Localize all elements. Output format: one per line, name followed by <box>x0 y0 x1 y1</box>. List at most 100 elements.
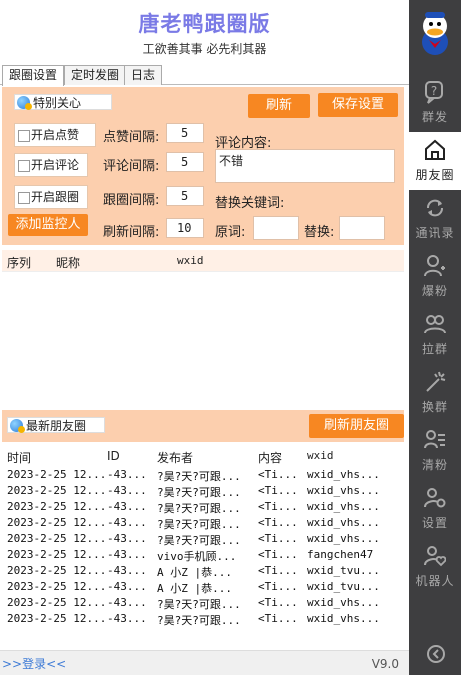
refresh-interval-input[interactable]: 10 <box>166 218 204 238</box>
replace-keyword-label: 替换关键词: <box>215 196 285 211</box>
special-settings-panel: 特别关心 刷新 保存设置 开启点赞 开启评论 开启跟圈 添加监控人 点赞间隔: … <box>2 87 404 245</box>
app-subtitle: 工欲善其事 必先利其器 <box>142 42 267 56</box>
cell-publisher: ?昊?天?可跟... <box>157 598 241 611</box>
cell-id: -43... <box>107 580 147 593</box>
refresh-moments-button[interactable]: 刷新朋友圈 <box>309 414 404 438</box>
enable-comment-checkbox[interactable]: 开启评论 <box>14 153 88 177</box>
table-row[interactable]: 2023-2-25 12... -43... ?昊?天?可跟... <Ti... wxi… <box>2 468 404 484</box>
cell-wxid: wxid_vhs... <box>307 500 380 513</box>
table-row[interactable]: 2023-2-25 12... -43... ?昊?天?可跟... <Ti... wxi… <box>2 596 404 612</box>
enable-like-checkbox[interactable]: 开启点赞 <box>14 123 96 147</box>
replace-with-input[interactable] <box>339 216 385 240</box>
cell-publisher: vivo手机顾... <box>157 550 237 563</box>
home-icon <box>425 139 445 160</box>
special-group-text: 特别关心 <box>33 96 82 110</box>
group-icon <box>424 315 446 334</box>
table-row[interactable]: 2023-2-25 12... -43... ?昊?天?可跟... <Ti... wxi… <box>2 484 404 500</box>
special-group-label: 特别关心 <box>14 94 112 110</box>
cell-content: <Ti... <box>258 500 298 513</box>
cell-publisher: ?昊?天?可跟... <box>157 486 241 499</box>
login-link[interactable]: >>登录<< <box>2 655 66 672</box>
moments-group-text: 最新朋友圈 <box>26 419 87 433</box>
sidebar-item-label: 朋友圈 <box>415 168 455 182</box>
original-word-input[interactable] <box>253 216 299 240</box>
sidebar-item-pull-group[interactable]: 拉群 <box>409 306 461 364</box>
cell-time: 2023-2-25 12... <box>7 612 105 625</box>
sidebar-item-moments[interactable]: 朋友圈 <box>409 132 461 190</box>
comment-interval-input[interactable]: 5 <box>166 152 204 172</box>
sidebar-item-swap-group[interactable]: 换群 <box>409 364 461 422</box>
cell-time: 2023-2-25 12... <box>7 564 105 577</box>
like-interval-label: 点赞间隔: <box>103 130 160 145</box>
tab-bar: 跟圈设置 定时发圈 日志 <box>0 65 409 86</box>
sidebar-item-robot[interactable]: 机器人 <box>409 538 461 596</box>
cell-id: -43... <box>107 596 147 609</box>
moments-table[interactable]: 时间 ID 发布者 内容 wxid 2023-2-25 12... -43...?… <box>2 442 404 642</box>
sidebar-item-label: 机器人 <box>415 574 455 588</box>
cell-id: -43... <box>107 612 147 625</box>
cell-wxid: wxid_vhs... <box>307 484 380 497</box>
main-window: 唐老鸭跟圈版 工欲善其事 必先利其器 跟圈设置 定时发圈 日志 特别关心 刷新 … <box>0 0 409 675</box>
tab-log[interactable]: 日志 <box>124 65 163 85</box>
col-wxid[interactable]: wxid <box>307 449 334 462</box>
table-row[interactable]: 2023-2-25 12... -43... ?昊?天?可跟... <Ti... wxi… <box>2 500 404 516</box>
table-row[interactable]: 2023-2-25 12... -43... A 小Z |恭... <Ti... wxi… <box>2 580 404 596</box>
refresh-button[interactable]: 刷新 <box>248 94 310 118</box>
cell-time: 2023-2-25 12... <box>7 500 105 513</box>
sidebar-item-contacts[interactable]: 通讯录 <box>409 190 461 248</box>
col-content[interactable]: 内容 <box>258 449 282 466</box>
cell-id: -43... <box>107 532 147 545</box>
back-circle-icon[interactable] <box>426 644 446 664</box>
col-wxid[interactable]: wxid <box>177 254 204 267</box>
sidebar-item-settings[interactable]: 设置 <box>409 480 461 538</box>
cell-time: 2023-2-25 12... <box>7 548 105 561</box>
cell-id: -43... <box>107 500 147 513</box>
save-settings-button[interactable]: 保存设置 <box>318 93 398 117</box>
col-id[interactable]: ID <box>107 449 120 463</box>
sidebar-item-label: 清粉 <box>421 458 448 472</box>
sidebar-item-clean-fans[interactable]: 清粉 <box>409 422 461 480</box>
follow-interval-label: 跟圈间隔: <box>103 193 160 208</box>
table-row[interactable]: 2023-2-25 12... -43... A 小Z |恭... <Ti... wxi… <box>2 564 404 580</box>
donald-duck-avatar-icon <box>415 4 455 58</box>
status-bar: >>登录<< V9.0 <box>0 650 409 675</box>
add-monitor-button[interactable]: 添加监控人 <box>8 214 88 236</box>
sidebar-item-broadcast[interactable]: ? 群发 <box>409 74 461 132</box>
cell-publisher: ?昊?天?可跟... <box>157 534 241 547</box>
cell-wxid: wxid_vhs... <box>307 532 380 545</box>
table-row[interactable]: 2023-2-25 12... -43... ?昊?天?可跟... <Ti... wxi… <box>2 516 404 532</box>
cell-id: -43... <box>107 548 147 561</box>
svg-text:?: ? <box>431 84 437 98</box>
tab-follow-settings[interactable]: 跟圈设置 <box>2 65 65 86</box>
cell-time: 2023-2-25 12... <box>7 468 105 481</box>
col-time[interactable]: 时间 <box>7 449 31 466</box>
sidebar-item-label: 换群 <box>421 400 448 414</box>
sidebar-item-boost-fans[interactable]: 爆粉 <box>409 248 461 306</box>
col-nickname[interactable]: 昵称 <box>56 254 80 271</box>
sidebar-item-label: 爆粉 <box>421 284 448 298</box>
col-publisher[interactable]: 发布者 <box>157 449 193 466</box>
enable-follow-checkbox[interactable]: 开启跟圈 <box>14 185 88 209</box>
moments-panel: 最新朋友圈 刷新朋友圈 <box>2 410 404 442</box>
cell-wxid: wxid_vhs... <box>307 516 380 529</box>
cell-time: 2023-2-25 12... <box>7 532 105 545</box>
table-row[interactable]: 2023-2-25 12... -43... ?昊?天?可跟... <Ti... wxi… <box>2 532 404 548</box>
like-interval-input[interactable]: 5 <box>166 123 204 143</box>
user-list-icon <box>424 430 445 449</box>
table-row[interactable]: 2023-2-25 12... -43... vivo手机顾... <Ti... fan… <box>2 548 404 564</box>
table-row[interactable]: 2023-2-25 12... -43... ?昊?天?可跟... <Ti... wxi… <box>2 612 404 628</box>
cell-content: <Ti... <box>258 532 298 545</box>
add-user-icon <box>424 255 445 277</box>
user-gear-icon <box>424 488 446 508</box>
tab-scheduled-post[interactable]: 定时发圈 <box>64 65 127 85</box>
cell-wxid: wxid_tvu... <box>307 580 380 593</box>
sidebar-item-label: 设置 <box>421 516 448 530</box>
comment-content-input[interactable]: 不错 <box>215 149 395 183</box>
watch-list-table[interactable]: 序列 昵称 wxid <box>2 250 404 410</box>
col-index[interactable]: 序列 <box>7 254 31 271</box>
app-title: 唐老鸭跟圈版 <box>138 12 271 36</box>
follow-interval-input[interactable]: 5 <box>166 186 204 206</box>
cell-wxid: wxid_vhs... <box>307 612 380 625</box>
cell-time: 2023-2-25 12... <box>7 580 105 593</box>
cell-content: <Ti... <box>258 596 298 609</box>
